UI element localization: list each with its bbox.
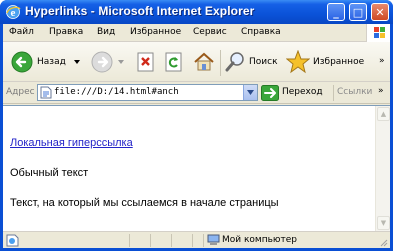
title-bar[interactable]: e Hyperlinks - Microsoft Internet Explor… [0,0,393,24]
ie-icon: e [6,5,21,19]
menu-tools[interactable]: Сервис [193,27,227,37]
go-button-label[interactable]: Переход [282,87,323,97]
links-label[interactable]: Ссылки [337,87,372,97]
forward-dropdown-icon[interactable] [118,60,124,64]
scroll-down-button[interactable]: ▼ [377,216,390,230]
toolbar-separator [220,50,221,76]
status-segment-divider [192,234,193,247]
back-icon[interactable] [11,51,33,73]
scroll-up-button[interactable]: ▲ [377,107,390,121]
page-content: Локальная гиперссылка Обычный текст Текс… [3,105,390,231]
maximize-button[interactable]: □ [349,3,367,21]
anchor-target-text: Текст, на который мы ссылаемся в начале … [10,197,279,209]
browser-window: e Hyperlinks - Microsoft Internet Explor… [0,0,393,251]
security-zone-label: Мой компьютер [222,235,297,245]
windows-logo-icon [366,24,390,42]
home-icon[interactable] [193,51,215,73]
status-segment-divider [171,234,172,247]
favorites-star-icon[interactable] [286,50,310,74]
local-hyperlink[interactable]: Локальная гиперссылка [10,137,133,149]
address-label: Адрес [6,87,35,97]
vertical-scrollbar[interactable]: ▲ ▼ [375,106,390,231]
status-segment-divider [203,234,204,247]
address-dropdown-button[interactable] [243,85,257,100]
resize-grip-icon[interactable] [379,238,388,247]
address-input[interactable]: file:///D:/14.html#anch [37,84,258,101]
menu-favorites[interactable]: Избранное [130,27,181,37]
favorites-label[interactable]: Избранное [313,57,364,67]
window-title: Hyperlinks - Microsoft Internet Explorer [25,4,255,18]
address-separator [333,85,334,101]
search-label[interactable]: Поиск [249,57,278,67]
stop-icon[interactable] [137,52,155,72]
status-segment-divider [129,234,130,247]
status-segment-divider [150,234,151,247]
menu-file[interactable]: Файл [9,27,34,37]
browser-client: Файл Правка Вид Избранное Сервис Справка… [3,24,390,248]
refresh-icon[interactable] [165,52,183,72]
menu-view[interactable]: Вид [97,27,115,37]
go-arrow-icon[interactable] [261,85,279,101]
close-button[interactable]: ✕ [371,3,389,21]
forward-icon[interactable] [91,51,113,73]
my-computer-icon [207,234,220,245]
plain-text: Обычный текст [10,167,89,179]
status-page-icon [6,234,19,247]
search-icon[interactable] [225,51,247,73]
address-bar: Адрес file:///D:/14.html#anch Переход Сс… [3,82,390,104]
toolbar-overflow-chevron[interactable]: » [379,56,385,66]
page-icon [40,86,52,99]
menu-help[interactable]: Справка [241,27,281,37]
standard-toolbar: Назад Поиск Избранное » [3,42,390,82]
back-dropdown-icon[interactable] [74,60,80,64]
status-bar: Мой компьютер [3,231,390,248]
minimize-button[interactable]: _ [327,3,345,21]
address-value[interactable]: file:///D:/14.html#anch [54,87,179,97]
menu-edit[interactable]: Правка [49,27,83,37]
menu-bar: Файл Правка Вид Избранное Сервис Справка [3,24,390,42]
back-label[interactable]: Назад [37,57,66,67]
chevron-down-icon [247,90,254,95]
links-overflow-chevron[interactable]: » [378,86,384,96]
